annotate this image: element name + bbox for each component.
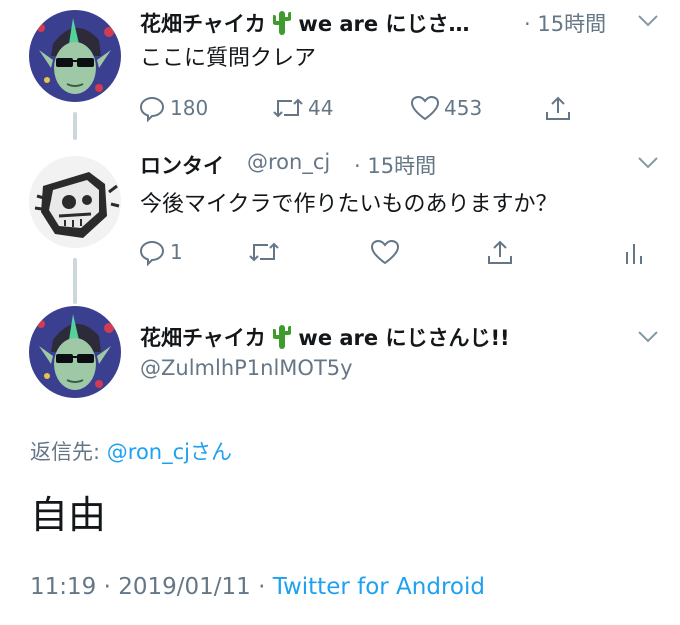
tweet-time[interactable]: · 15時間	[354, 150, 436, 180]
author-name[interactable]: 花畑チャイカ we are にじさんじ!!	[140, 322, 510, 354]
reply-count: 180	[170, 96, 209, 120]
like-button[interactable]: 453	[410, 92, 482, 124]
share-button[interactable]	[486, 236, 514, 268]
avatar[interactable]	[29, 306, 121, 398]
chevron-down-icon[interactable]	[637, 330, 659, 344]
retweet-icon	[249, 242, 279, 262]
tweet-text: ここに質問クレア	[140, 46, 317, 71]
heart-icon	[410, 95, 440, 121]
retweet-count: 44	[308, 96, 334, 120]
cactus-emoji-icon	[272, 9, 293, 40]
avatar[interactable]	[29, 156, 121, 248]
reply-icon	[139, 96, 165, 122]
thread-line	[73, 112, 77, 140]
reply-count: 1	[170, 240, 183, 264]
reply-to: 返信先: @ron_cjさん	[30, 436, 232, 466]
reply-icon	[139, 240, 165, 266]
like-button[interactable]	[370, 236, 400, 268]
author-name-text[interactable]: 花畑チャイカ	[140, 326, 266, 350]
heart-icon	[370, 239, 400, 265]
chevron-down-icon[interactable]	[637, 14, 659, 28]
reply-button[interactable]: 180	[138, 92, 208, 124]
author-name[interactable]: ロンタイ	[140, 150, 224, 180]
analytics-button[interactable]	[624, 236, 644, 268]
retweet-button[interactable]: 44	[272, 92, 333, 124]
chevron-down-icon[interactable]	[637, 156, 659, 170]
share-button[interactable]	[544, 92, 572, 124]
tweet-source-link[interactable]: Twitter for Android	[273, 574, 485, 600]
avatar[interactable]	[29, 10, 121, 102]
cactus-emoji-icon	[272, 323, 293, 354]
author-name[interactable]: 花畑チャイカ we are にじさ…	[140, 8, 469, 40]
reply-button[interactable]: 1	[138, 236, 183, 268]
tweet-meta: 11:19 · 2019/01/11 · Twitter for Android	[30, 574, 485, 600]
author-name-text[interactable]: 花畑チャイカ	[140, 12, 266, 36]
analytics-icon	[626, 244, 642, 264]
reply-to-label: 返信先:	[30, 440, 101, 464]
like-count: 453	[444, 96, 483, 120]
share-icon	[488, 240, 512, 264]
tweet-time[interactable]: · 15時間	[524, 8, 606, 38]
retweet-icon	[273, 98, 303, 118]
thread-line	[73, 258, 77, 304]
author-handle[interactable]: @ZulmlhP1nlMOT5y	[140, 356, 353, 380]
author-handle[interactable]: @ron_cj	[247, 150, 330, 174]
retweet-button[interactable]	[248, 236, 280, 268]
main-tweet-text: 自由	[30, 493, 107, 537]
tweet-timestamp[interactable]: 11:19 · 2019/01/11 ·	[30, 574, 265, 600]
share-icon	[546, 96, 570, 120]
tweet-text: 今後マイクラで作りたいものありますか？	[140, 192, 558, 217]
author-name-suffix[interactable]: we are にじさ…	[298, 12, 469, 36]
reply-to-link[interactable]: @ron_cjさん	[107, 440, 232, 464]
author-name-suffix[interactable]: we are にじさんじ!!	[298, 326, 509, 350]
